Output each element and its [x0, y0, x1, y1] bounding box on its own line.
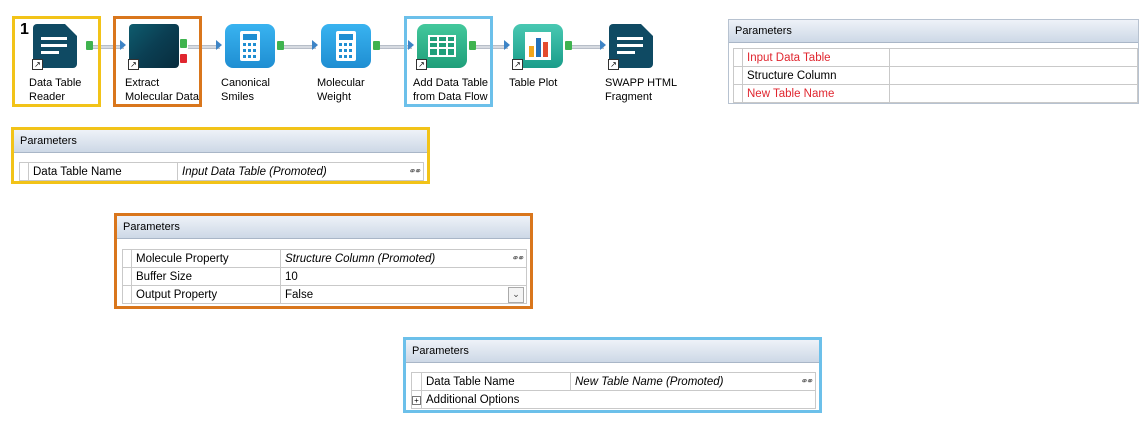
output-port[interactable]	[180, 39, 187, 48]
node-index-badge: 1	[20, 21, 29, 38]
panel-title: Parameters	[14, 130, 427, 153]
node-label: SWAPP HTML Fragment	[605, 76, 677, 104]
parameters-panel-add-data-table: Parameters Data Table Name New Table Nam…	[403, 337, 822, 413]
node-label-line: Fragment	[605, 91, 653, 103]
panel-title: Parameters	[117, 216, 530, 239]
param-name: Input Data Table	[742, 48, 890, 67]
param-value[interactable]	[889, 66, 1138, 85]
node-label: Extract Molecular Data	[125, 76, 199, 104]
param-name: Additional Options	[421, 390, 816, 409]
table-row[interactable]: Structure Column	[733, 66, 1138, 85]
node-label-line: Reader	[29, 91, 66, 103]
node-label-line: SWAPP HTML	[605, 77, 678, 89]
row-gutter	[411, 372, 422, 391]
param-value-cell[interactable]: New Table Name (Promoted) ⚭⚭	[570, 372, 816, 391]
output-port[interactable]	[469, 41, 476, 50]
param-name: Data Table Name	[28, 162, 178, 181]
calculator-icon	[321, 24, 371, 68]
link-icon: ⚭⚭	[799, 375, 813, 386]
row-gutter	[733, 84, 743, 103]
param-name: Structure Column	[742, 66, 890, 85]
node-label-line: Add Data Table	[413, 77, 489, 89]
node-label-line: Table Plot	[509, 77, 558, 89]
parameters-grid: Molecule Property Structure Column (Prom…	[122, 249, 527, 304]
row-gutter	[733, 48, 743, 67]
param-value: Structure Column (Promoted)	[285, 252, 436, 265]
link-icon: ⚭⚭	[510, 252, 524, 263]
input-port[interactable]	[600, 40, 606, 50]
param-value: False	[285, 288, 314, 301]
panel-title: Parameters	[406, 340, 819, 363]
output-port[interactable]	[565, 41, 572, 50]
input-port[interactable]	[312, 40, 318, 50]
shortcut-icon: ↗	[128, 59, 139, 70]
row-gutter	[733, 66, 743, 85]
table-row[interactable]: New Table Name	[733, 84, 1138, 103]
param-value[interactable]	[889, 48, 1138, 67]
panel-title: Parameters	[729, 20, 1138, 43]
parameters-panel-extract-molecular-data: Parameters Molecule Property Structure C…	[114, 213, 533, 309]
shortcut-icon: ↗	[608, 59, 619, 70]
table-row[interactable]: Output Property False ⌄	[122, 285, 527, 304]
row-gutter	[122, 267, 132, 286]
table-row[interactable]: Buffer Size 10	[122, 267, 527, 286]
node-label-line: Extract	[125, 77, 160, 89]
parameters-grid: Data Table Name Input Data Table (Promot…	[19, 162, 424, 181]
param-value: Input Data Table (Promoted)	[182, 165, 327, 178]
row-gutter	[122, 285, 132, 304]
input-port[interactable]	[408, 40, 414, 50]
parameters-panel-data-table-reader: Parameters Data Table Name Input Data Ta…	[11, 127, 430, 184]
row-gutter	[19, 162, 29, 181]
table-row[interactable]: Molecule Property Structure Column (Prom…	[122, 249, 527, 268]
param-name: New Table Name	[742, 84, 890, 103]
param-value[interactable]	[889, 84, 1138, 103]
node-label-line: Molecular Data	[125, 91, 199, 103]
param-value: New Table Name (Promoted)	[575, 375, 724, 388]
parameters-grid: Input Data Table Structure Column New Ta…	[733, 48, 1138, 103]
output-port[interactable]	[373, 41, 380, 50]
shortcut-icon: ↗	[416, 59, 427, 70]
expand-icon: +	[412, 395, 421, 405]
node-label: Molecular Weight	[317, 76, 365, 104]
node-label-line: Weight	[317, 91, 352, 103]
table-row[interactable]: Input Data Table	[733, 48, 1138, 67]
param-name: Output Property	[131, 285, 281, 304]
output-property-dropdown[interactable]: False ⌄	[280, 285, 527, 304]
param-name: Data Table Name	[421, 372, 571, 391]
node-label: Add Data Table from Data Flow	[413, 76, 488, 104]
param-name: Buffer Size	[131, 267, 281, 286]
shortcut-icon: ↗	[32, 59, 43, 70]
param-value-cell[interactable]: Input Data Table (Promoted) ⚭⚭	[177, 162, 424, 181]
output-port[interactable]	[86, 41, 93, 50]
shortcut-icon: ↗	[512, 59, 523, 70]
node-label: Table Plot	[509, 76, 557, 90]
node-label: Canonical Smiles	[221, 76, 270, 104]
table-row[interactable]: + Additional Options	[411, 390, 816, 409]
param-name: Molecule Property	[131, 249, 281, 268]
input-port[interactable]	[120, 40, 126, 50]
node-label-line: Molecular	[317, 77, 365, 89]
error-port[interactable]	[180, 54, 187, 63]
calculator-icon	[225, 24, 275, 68]
table-row[interactable]: Data Table Name New Table Name (Promoted…	[411, 372, 816, 391]
input-port[interactable]	[216, 40, 222, 50]
expand-toggle[interactable]: +	[411, 390, 422, 409]
node-label-line: Canonical	[221, 77, 270, 89]
link-icon: ⚭⚭	[407, 165, 421, 176]
output-port[interactable]	[277, 41, 284, 50]
param-value[interactable]: 10	[280, 267, 527, 286]
param-value-cell[interactable]: Structure Column (Promoted) ⚭⚭	[280, 249, 527, 268]
parameters-panel-main: Parameters Input Data Table Structure Co…	[728, 19, 1139, 104]
chevron-down-icon[interactable]: ⌄	[508, 287, 524, 303]
table-row[interactable]: Data Table Name Input Data Table (Promot…	[19, 162, 424, 181]
parameters-grid: Data Table Name New Table Name (Promoted…	[411, 372, 816, 409]
node-label-line: Smiles	[221, 91, 255, 103]
node-label: Data Table Reader	[29, 76, 81, 104]
node-label-line: from Data Flow	[413, 91, 488, 103]
node-label-line: Data Table	[29, 77, 82, 89]
input-port[interactable]	[504, 40, 510, 50]
row-gutter	[122, 249, 132, 268]
